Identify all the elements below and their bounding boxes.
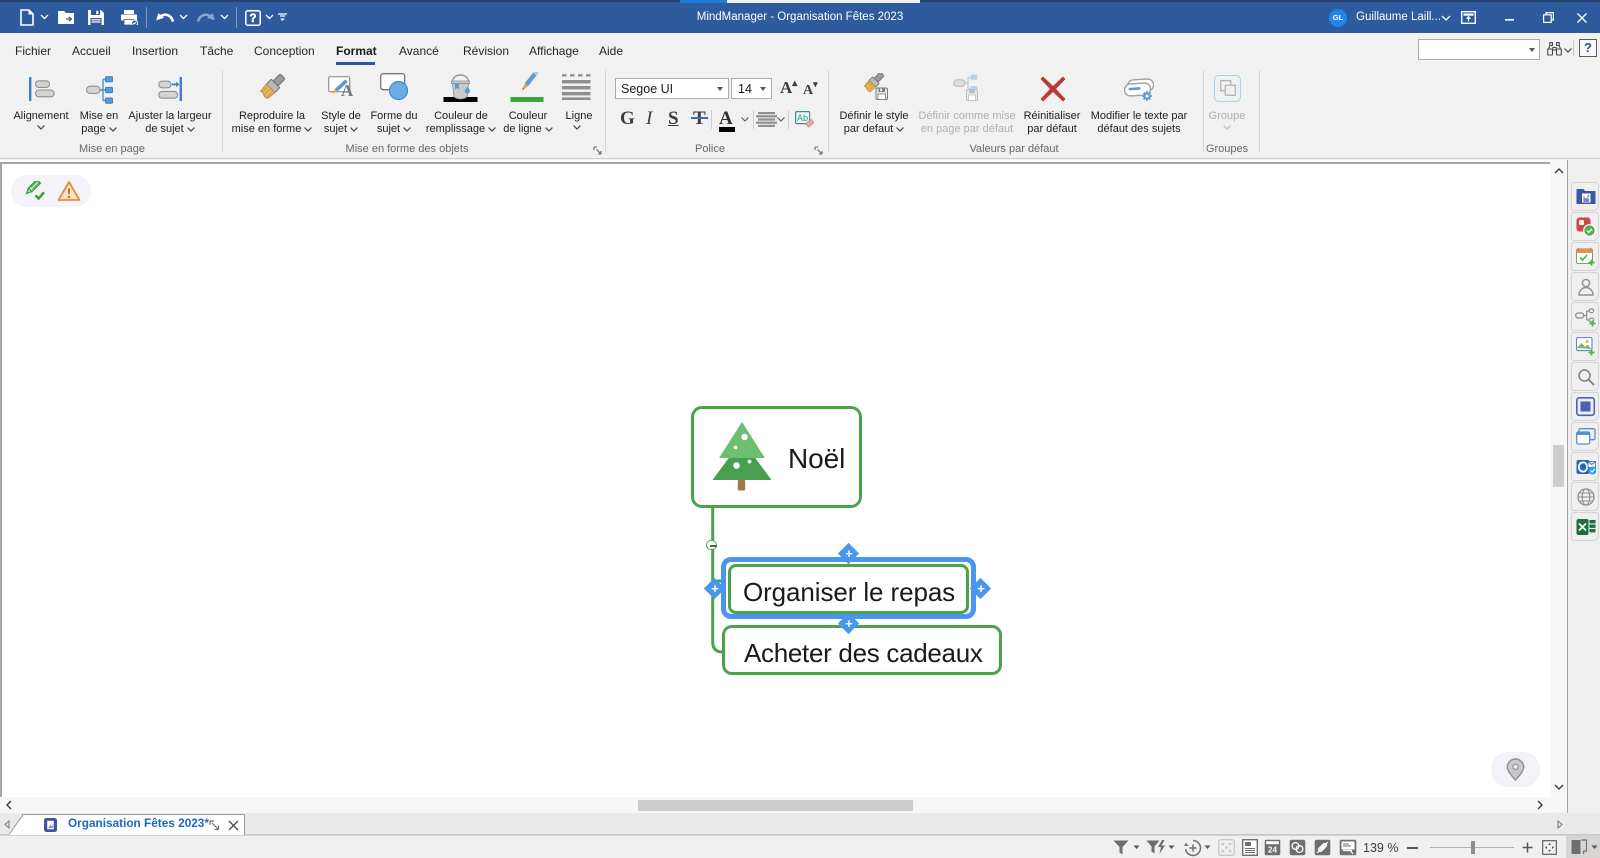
svg-text:Ab: Ab: [797, 113, 808, 123]
svg-text:24: 24: [1268, 846, 1277, 855]
